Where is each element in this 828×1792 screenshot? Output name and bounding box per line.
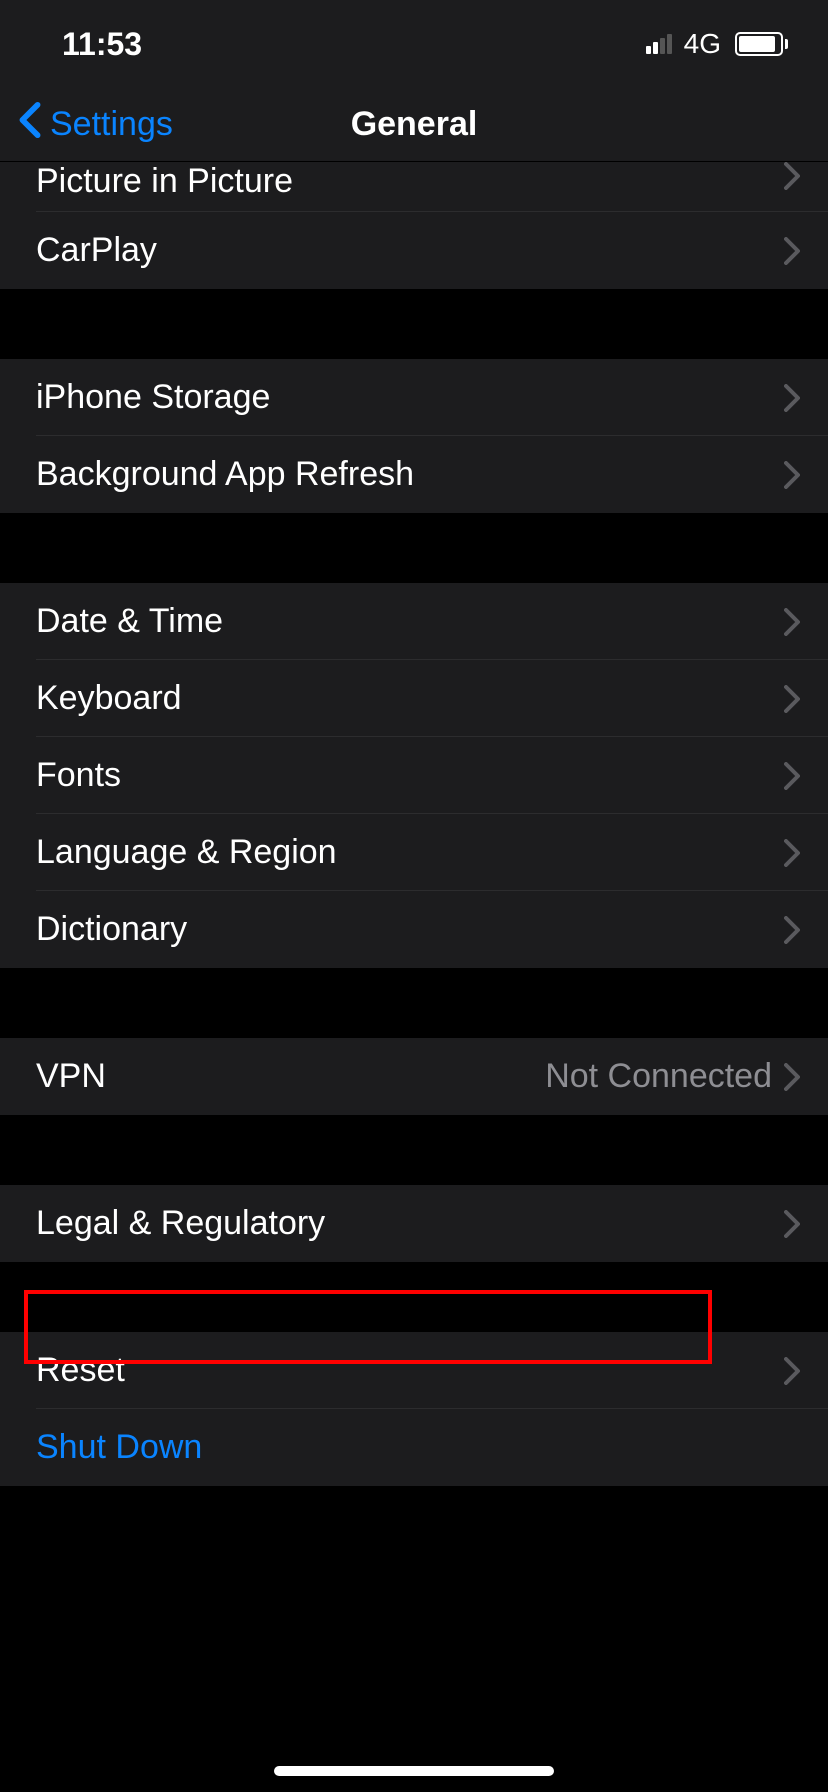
status-time: 11:53: [40, 26, 142, 63]
row-detail: Not Connected: [545, 1057, 772, 1096]
chevron-right-icon: [784, 1357, 800, 1385]
chevron-right-icon: [784, 608, 800, 636]
row-label: Reset: [36, 1351, 784, 1390]
chevron-right-icon: [784, 162, 800, 190]
status-right: 4G: [646, 28, 788, 60]
chevron-right-icon: [784, 762, 800, 790]
row-label: Fonts: [36, 756, 784, 795]
row-label: Keyboard: [36, 679, 784, 718]
row-language-region[interactable]: Language & Region: [0, 814, 828, 891]
chevron-right-icon: [784, 461, 800, 489]
chevron-right-icon: [784, 1063, 800, 1091]
section-legal: Legal & Regulatory: [0, 1185, 828, 1262]
section-display: Picture in Picture CarPlay: [0, 162, 828, 289]
row-background-app-refresh[interactable]: Background App Refresh: [0, 436, 828, 513]
row-carplay[interactable]: CarPlay: [0, 212, 828, 289]
row-label: CarPlay: [36, 231, 784, 270]
nav-bar: Settings General: [0, 88, 828, 162]
row-label: Legal & Regulatory: [36, 1204, 784, 1243]
chevron-right-icon: [784, 237, 800, 265]
back-label: Settings: [50, 105, 173, 144]
status-bar: 11:53 4G: [0, 0, 828, 88]
section-time-keyboard: Date & Time Keyboard Fonts Language & Re…: [0, 583, 828, 968]
chevron-left-icon: [18, 101, 42, 148]
row-label: Shut Down: [36, 1428, 828, 1467]
row-reset[interactable]: Reset: [0, 1332, 828, 1409]
section-reset: Reset Shut Down: [0, 1332, 828, 1486]
home-indicator[interactable]: [274, 1766, 554, 1776]
page-title: General: [351, 105, 478, 144]
section-storage: iPhone Storage Background App Refresh: [0, 359, 828, 513]
section-vpn: VPN Not Connected: [0, 1038, 828, 1115]
network-type: 4G: [684, 28, 721, 60]
cellular-signal-icon: [646, 34, 672, 54]
battery-icon: [735, 32, 788, 56]
row-label: Picture in Picture: [36, 162, 784, 201]
row-vpn[interactable]: VPN Not Connected: [0, 1038, 828, 1115]
chevron-right-icon: [784, 384, 800, 412]
row-legal-regulatory[interactable]: Legal & Regulatory: [0, 1185, 828, 1262]
row-keyboard[interactable]: Keyboard: [0, 660, 828, 737]
row-shut-down[interactable]: Shut Down: [0, 1409, 828, 1486]
chevron-right-icon: [784, 685, 800, 713]
back-button[interactable]: Settings: [0, 101, 173, 148]
chevron-right-icon: [784, 1210, 800, 1238]
row-iphone-storage[interactable]: iPhone Storage: [0, 359, 828, 436]
row-date-time[interactable]: Date & Time: [0, 583, 828, 660]
row-label: iPhone Storage: [36, 378, 784, 417]
row-label: Date & Time: [36, 602, 784, 641]
chevron-right-icon: [784, 839, 800, 867]
row-label: Background App Refresh: [36, 455, 784, 494]
row-fonts[interactable]: Fonts: [0, 737, 828, 814]
row-label: Dictionary: [36, 910, 784, 949]
chevron-right-icon: [784, 916, 800, 944]
row-label: VPN: [36, 1057, 545, 1096]
row-picture-in-picture[interactable]: Picture in Picture: [0, 162, 828, 212]
row-dictionary[interactable]: Dictionary: [0, 891, 828, 968]
row-label: Language & Region: [36, 833, 784, 872]
